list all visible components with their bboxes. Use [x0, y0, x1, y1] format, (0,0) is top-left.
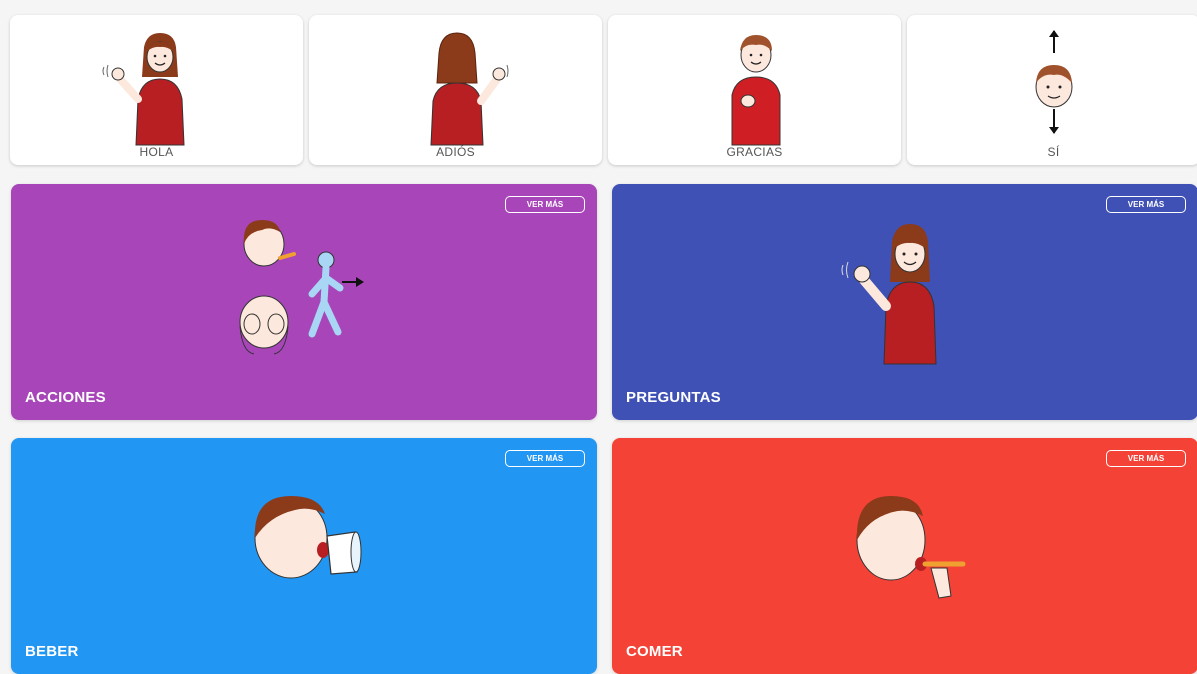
eating-icon [856, 496, 966, 599]
girl-waving-icon [102, 33, 185, 146]
category-title: BEBER [25, 643, 79, 660]
ver-mas-button[interactable]: VER MÁS [1106, 196, 1186, 213]
girl-waving-icon [841, 224, 937, 365]
board-page: HOLA ADIÓS GRACIAS SÍ VER MÁS ACCIONES V… [0, 0, 1197, 674]
category-title: ACCIONES [25, 389, 106, 406]
category-title: COMER [626, 643, 683, 660]
ver-mas-button[interactable]: VER MÁS [505, 196, 585, 213]
quick-phrases-row: HOLA ADIÓS GRACIAS SÍ [10, 15, 1197, 165]
boy-thanks-icon [731, 35, 780, 146]
phrase-card-gracias[interactable]: GRACIAS [608, 15, 901, 165]
category-card-comer[interactable]: VER MÁS COMER [612, 438, 1197, 674]
phrase-label: ADIÓS [436, 145, 475, 159]
phrase-card-si[interactable]: SÍ [907, 15, 1197, 165]
phrase-label: GRACIAS [726, 145, 783, 159]
category-card-preguntas[interactable]: VER MÁS PREGUNTAS [612, 184, 1197, 420]
phrase-label: SÍ [1047, 145, 1060, 159]
category-title: PREGUNTAS [626, 389, 721, 406]
ver-mas-button[interactable]: VER MÁS [1106, 450, 1186, 467]
category-card-acciones[interactable]: VER MÁS ACCIONES [11, 184, 597, 420]
phrase-card-hola[interactable]: HOLA [10, 15, 303, 165]
ver-mas-button[interactable]: VER MÁS [505, 450, 585, 467]
girl-waving-back-icon [429, 32, 508, 146]
phrase-label: HOLA [139, 145, 174, 159]
phrase-card-adios[interactable]: ADIÓS [309, 15, 602, 165]
drinking-icon [254, 496, 362, 579]
head-nod-yes-icon [1035, 30, 1072, 134]
category-card-beber[interactable]: VER MÁS BEBER [11, 438, 597, 674]
actions-icon [239, 220, 364, 355]
